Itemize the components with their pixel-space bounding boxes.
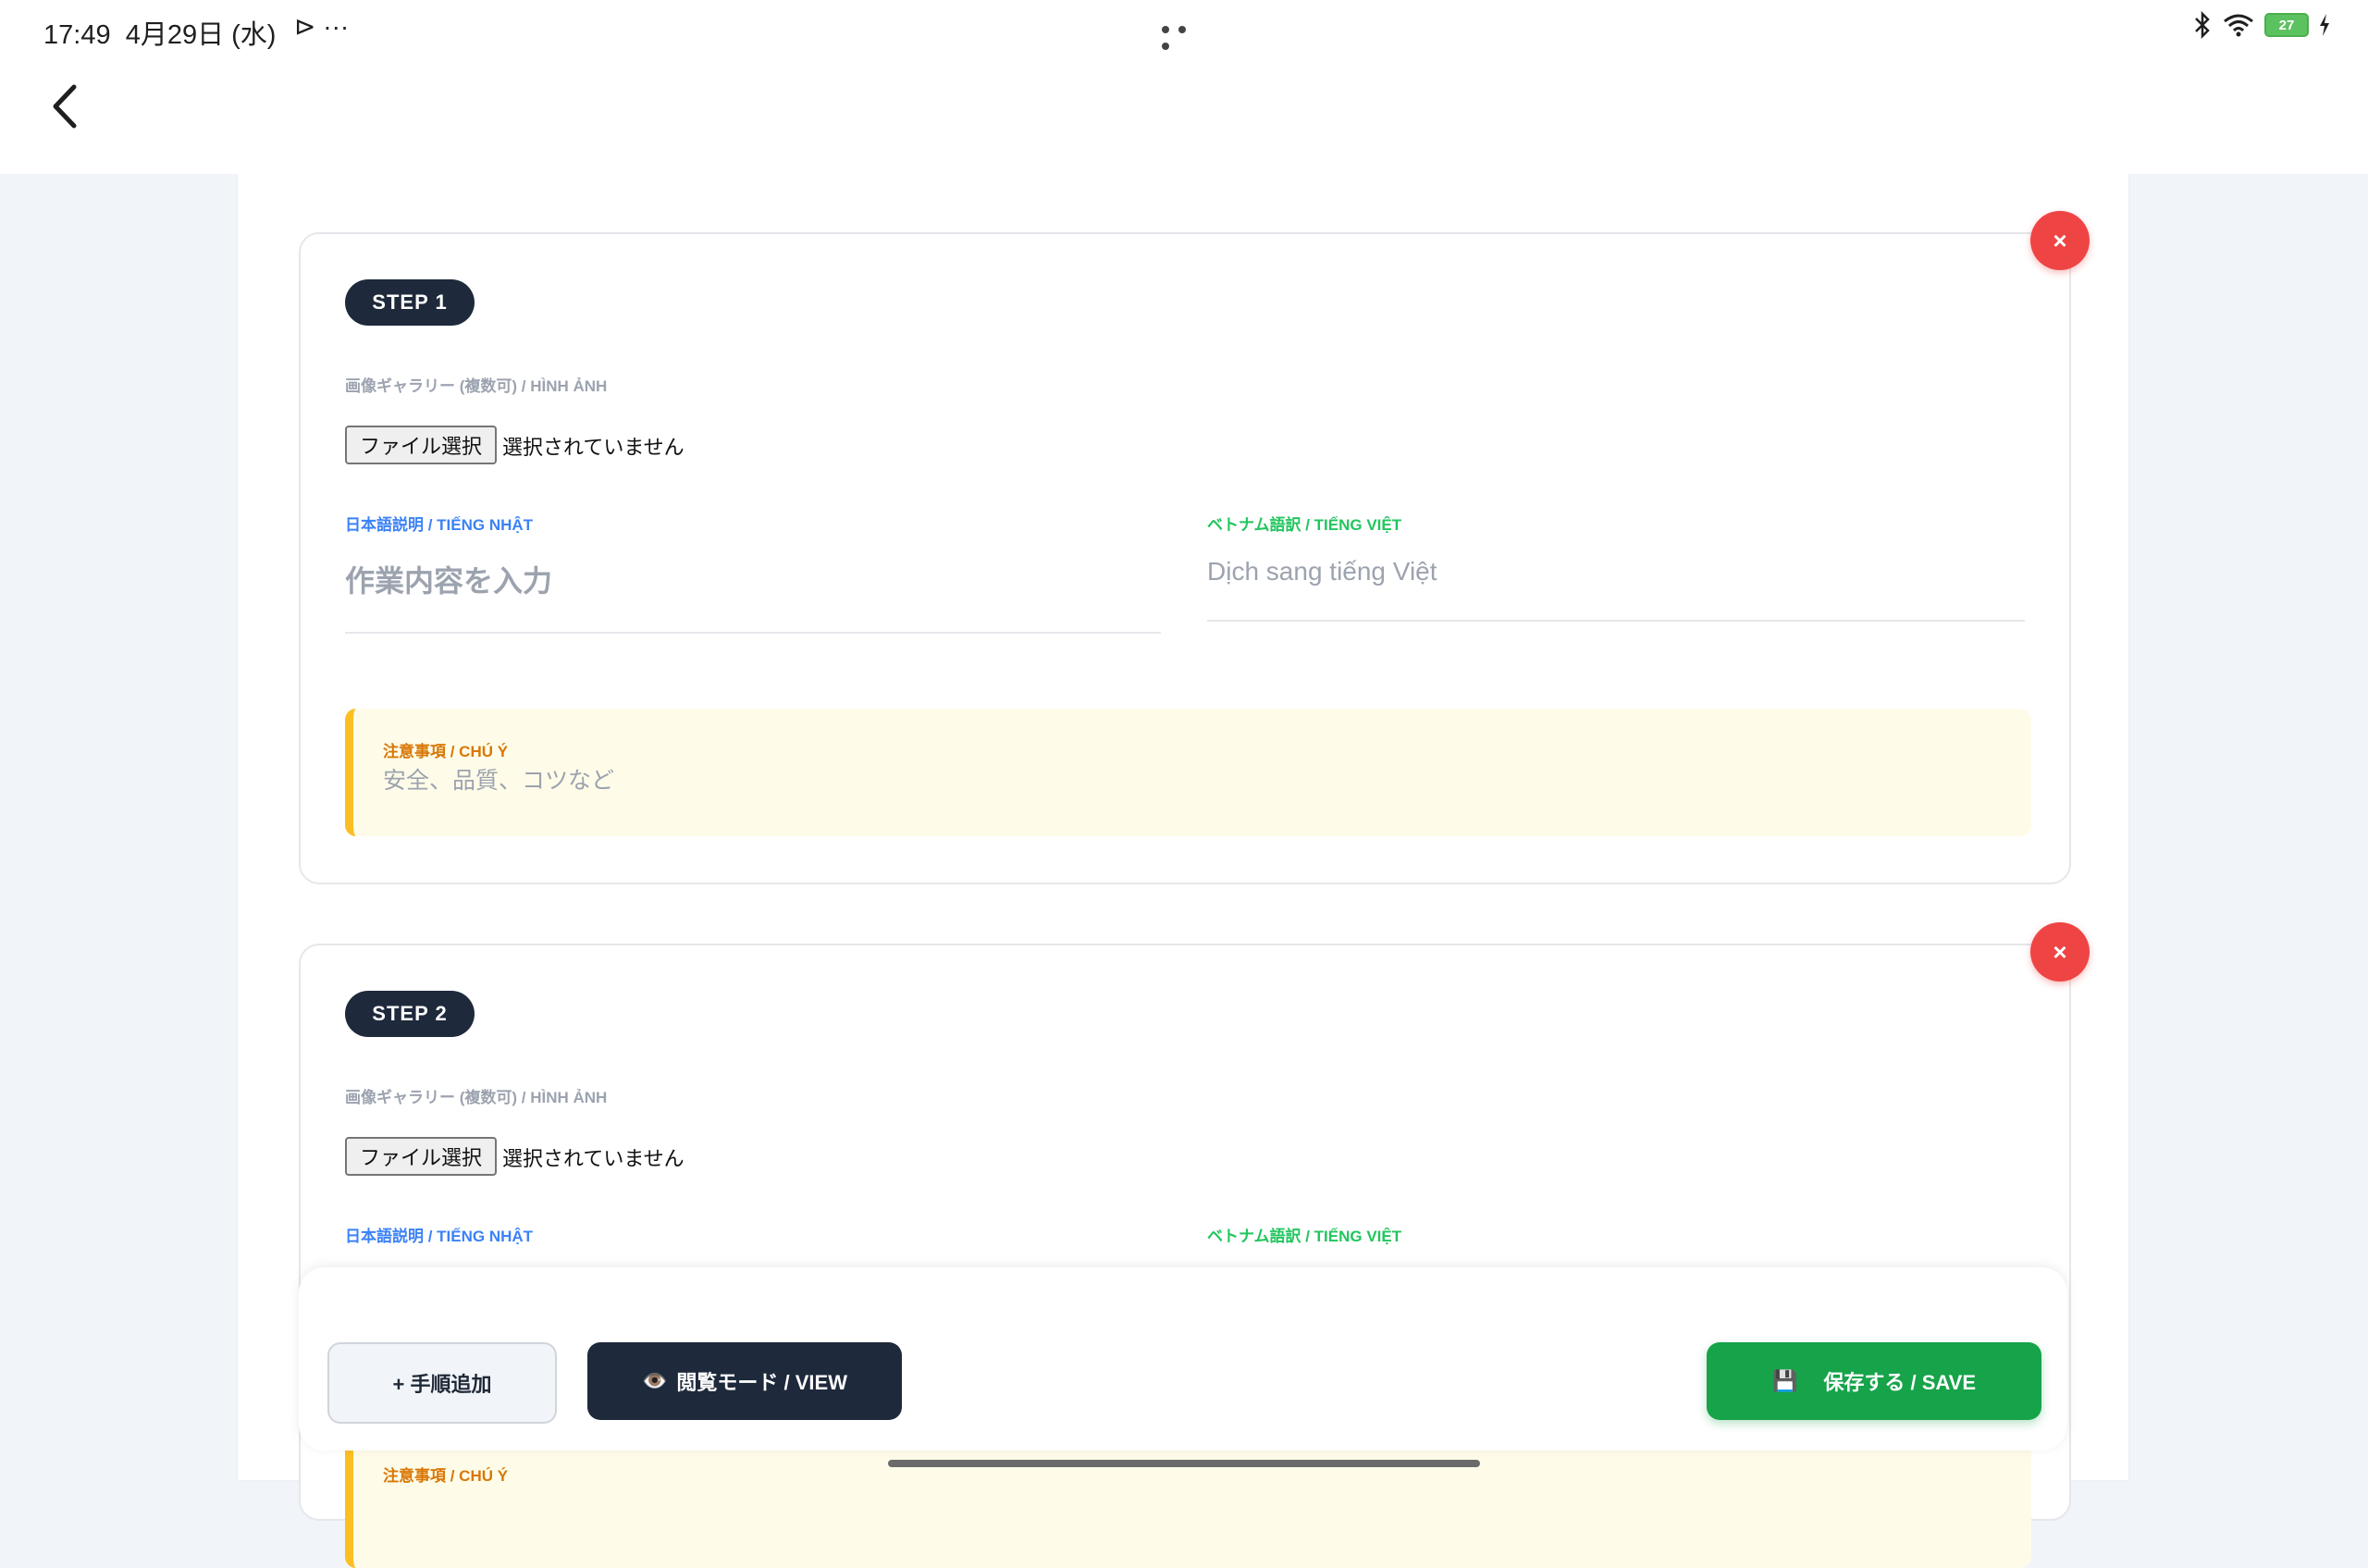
save-label: 保存する / SAVE (1823, 1371, 1977, 1394)
caution-label: 注意事項 / CHÚ Ý (383, 743, 509, 760)
file-select-button[interactable]: ファイル選択 (345, 1137, 498, 1176)
add-step-button[interactable]: + 手順追加 (327, 1342, 557, 1424)
step-badge: STEP 2 (345, 991, 475, 1037)
vietnamese-label: ベトナム語訳 / TIẾNG VIỆT (1207, 1228, 1402, 1245)
vietnamese-label: ベトナム語訳 / TIẾNG VIỆT (1207, 516, 1402, 534)
status-time-date: 17:49 4月29日 (水) (43, 20, 277, 50)
vietnamese-translation-input[interactable]: Dịch sang tiếng Việt (1207, 546, 2025, 622)
step-badge: STEP 1 (345, 279, 475, 326)
caution-notes-input[interactable]: 注意事項 / CHÚ Ý 安全、品質、コツなど (345, 709, 2031, 836)
caution-label: 注意事項 / CHÚ Ý (383, 1467, 509, 1485)
back-arrow-icon[interactable] (44, 76, 91, 137)
battery-icon: 27 (2264, 13, 2309, 37)
caution-placeholder: 安全、品質、コツなど (383, 768, 615, 794)
wifi-icon (2224, 14, 2253, 37)
file-status-text: 選択されていません (502, 1147, 684, 1170)
action-bar: + 手順追加 👁️ 閲覧モード / VIEW 💾 保存する / SAVE (299, 1267, 2067, 1451)
view-mode-label: 閲覧モード / VIEW (676, 1371, 847, 1394)
status-bar: 17:49 4月29日 (水) ⊳ ··· 27 (0, 0, 2368, 174)
delete-step-button[interactable]: × (2030, 922, 2090, 982)
system-tray: 27 (2192, 11, 2331, 39)
vietnamese-placeholder: Dịch sang tiếng Việt (1207, 557, 1437, 586)
charging-icon (2320, 14, 2329, 36)
file-status-text: 選択されていません (502, 436, 684, 459)
eye-icon: 👁️ (642, 1369, 668, 1392)
japanese-description-input[interactable]: 作業内容を入力 (345, 549, 1161, 634)
bluetooth-icon (2195, 11, 2210, 39)
delete-step-button[interactable]: × (2030, 211, 2090, 270)
save-button[interactable]: 💾 保存する / SAVE (1707, 1342, 2041, 1420)
more-dots-icon[interactable] (1162, 21, 1206, 50)
japanese-placeholder: 作業内容を入力 (345, 564, 553, 598)
view-mode-button[interactable]: 👁️ 閲覧モード / VIEW (587, 1342, 902, 1420)
japanese-label: 日本語説明 / TIẾNG NHẬT (345, 1228, 534, 1245)
step-card: STEP 1 画像ギャラリー (複数可) / HÌNH ẢNH ファイル選択 選… (299, 232, 2071, 884)
floppy-disk-icon: 💾 (1771, 1369, 1798, 1392)
japanese-label: 日本語説明 / TIẾNG NHẬT (345, 516, 534, 534)
gallery-label: 画像ギャラリー (複数可) / HÌNH ẢNH (345, 1089, 608, 1106)
file-select-button[interactable]: ファイル選択 (345, 426, 498, 464)
home-indicator[interactable] (888, 1460, 1480, 1467)
notification-icons: ⊳ ··· (294, 12, 350, 41)
gallery-label: 画像ギャラリー (複数可) / HÌNH ẢNH (345, 377, 608, 395)
